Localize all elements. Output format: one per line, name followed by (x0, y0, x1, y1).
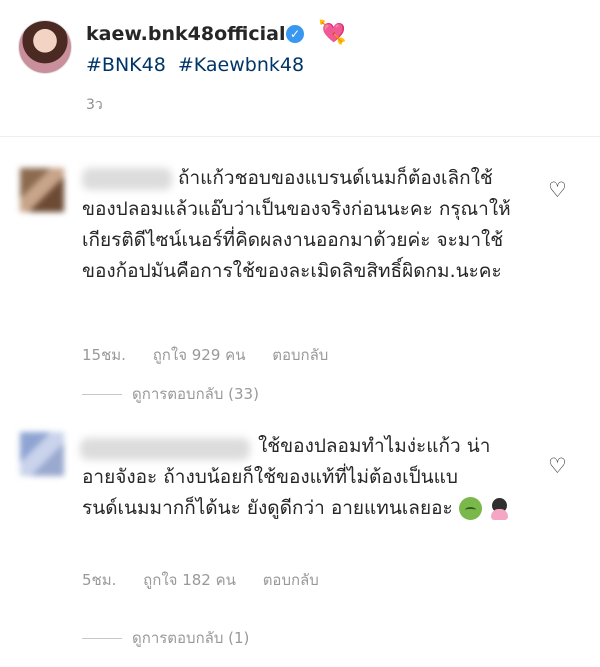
divider (0, 136, 600, 137)
comment-text-body: ใช้ของปลอมทำไมง่ะแก้ว น่าอายจังอะ ถ้างบน… (82, 435, 491, 519)
view-replies-button[interactable]: ดูการตอบกลับ (1) (82, 626, 249, 650)
comment-meta: 15ชม. ถูกใจ 929 คน ตอบกลับ (82, 343, 350, 367)
comment-text: ถ้าแก้วชอบของแบรนด์เนมก็ต้องเลิกใช้ของปล… (82, 167, 511, 282)
heart-emoji-icon: 💘 (318, 20, 347, 46)
comment-meta: 5ชม. ถูกใจ 182 คน ตอบกลับ (82, 568, 341, 592)
verified-badge-icon: ✓ (286, 25, 304, 43)
hashtag-link[interactable]: #Kaewbnk48 (178, 54, 304, 76)
hashtag-link[interactable]: #BNK48 (86, 54, 166, 76)
avatar[interactable] (18, 20, 72, 74)
view-replies-label: ดูการตอบกลับ (1) (132, 629, 250, 647)
reply-button[interactable]: ตอบกลับ (263, 571, 319, 589)
nauseated-face-icon (458, 497, 482, 520)
heart-icon[interactable]: ♡ (548, 178, 567, 202)
post-header: kaew.bnk48official ✓ 💘 #BNK48 #Kaewbnk48… (0, 0, 600, 135)
hashtag-list: #BNK48 #Kaewbnk48 (86, 54, 310, 76)
reply-line (82, 638, 122, 639)
like-count[interactable]: ถูกใจ 182 คน (143, 571, 236, 589)
reply-button[interactable]: ตอบกลับ (272, 346, 328, 364)
view-replies-button[interactable]: ดูการตอบกลับ (33) (82, 382, 259, 406)
comment-text: ใช้ของปลอมทำไมง่ะแก้ว น่าอายจังอะ ถ้างบน… (82, 431, 512, 524)
post-timestamp: 3ว (86, 97, 103, 113)
commenter-avatar[interactable] (20, 432, 64, 476)
reply-line (82, 394, 122, 395)
commenter-avatar[interactable] (20, 168, 64, 212)
post-username[interactable]: kaew.bnk48official (86, 23, 285, 45)
view-replies-label: ดูการตอบกลับ (33) (132, 385, 259, 403)
comment-time: 15ชม. (82, 346, 126, 364)
comment-time: 5ชม. (82, 571, 117, 589)
heart-icon[interactable]: ♡ (548, 454, 567, 478)
like-count[interactable]: ถูกใจ 929 คน (153, 346, 246, 364)
woman-gesturing-icon (488, 497, 511, 520)
